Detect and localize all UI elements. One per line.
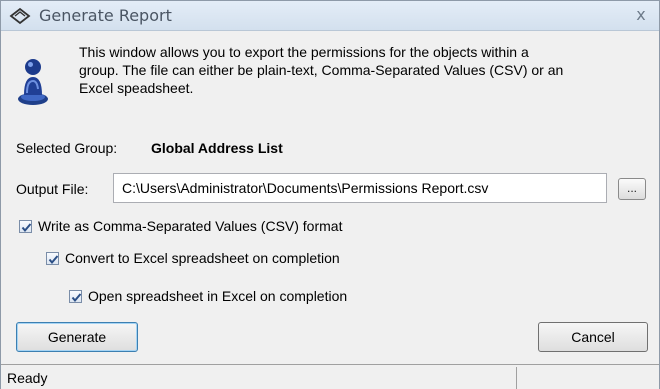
window-title: Generate Report (39, 6, 172, 25)
generate-button[interactable]: Generate (16, 322, 138, 352)
excel-checkbox[interactable] (46, 251, 59, 265)
open-option-row[interactable]: Open spreadsheet in Excel on completion (69, 288, 347, 304)
output-file-label: Output File: (16, 181, 89, 197)
cancel-button[interactable]: Cancel (538, 322, 648, 352)
checkmark-icon (21, 222, 32, 232)
info-description: This window allows you to export the per… (79, 43, 649, 97)
generate-report-window: Generate Report x This window allows you… (0, 0, 660, 389)
checkmark-icon (71, 292, 82, 302)
excel-option-row[interactable]: Convert to Excel spreadsheet on completi… (46, 250, 340, 266)
close-button[interactable]: x (631, 5, 651, 25)
diamond-arrow-icon (9, 7, 31, 25)
selected-group-label: Selected Group: (16, 140, 118, 156)
info-line-2: group. The file can either be plain-text… (79, 62, 564, 78)
csv-option-label[interactable]: Write as Comma-Separated Values (CSV) fo… (38, 218, 342, 234)
title-bar[interactable]: Generate Report x (1, 1, 659, 31)
status-bar: Ready (1, 364, 659, 389)
csv-checkbox[interactable] (19, 219, 32, 233)
status-divider (516, 367, 517, 389)
excel-option-label[interactable]: Convert to Excel spreadsheet on completi… (65, 250, 340, 266)
open-checkbox[interactable] (69, 289, 82, 303)
info-line-3: Excel speadsheet. (79, 80, 194, 96)
checkmark-icon (48, 254, 59, 264)
user-icon (15, 55, 51, 107)
open-option-label[interactable]: Open spreadsheet in Excel on completion (88, 288, 347, 304)
csv-option-row[interactable]: Write as Comma-Separated Values (CSV) fo… (19, 218, 342, 234)
output-file-input[interactable]: C:\Users\Administrator\Documents\Permiss… (113, 173, 607, 203)
selected-group-value: Global Address List (151, 140, 283, 156)
browse-button[interactable]: ... (618, 178, 646, 200)
status-text: Ready (7, 370, 48, 386)
info-line-1: This window allows you to export the per… (79, 44, 529, 60)
